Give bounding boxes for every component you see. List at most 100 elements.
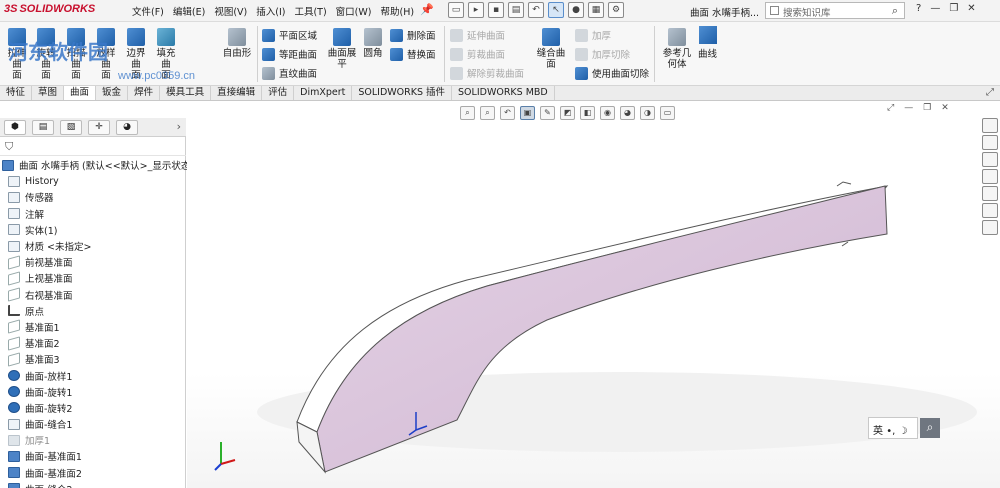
forum-icon[interactable] (982, 220, 998, 235)
pin-icon[interactable]: 📌 (420, 3, 434, 16)
tree-item[interactable]: 基准面2 (0, 335, 186, 351)
tab-weldments[interactable]: 焊件 (128, 86, 161, 100)
panel-more-icon[interactable]: › (177, 120, 181, 133)
feature-manager-tab-icon[interactable]: ⬢ (4, 120, 26, 135)
freeform-button[interactable]: 自由形 (220, 28, 254, 59)
tree-item[interactable]: 前视基准面 (0, 254, 186, 270)
tree-item[interactable]: 曲面-基准面1 (0, 448, 186, 464)
menu-tools[interactable]: 工具(T) (294, 4, 326, 18)
filter-funnel-icon[interactable]: ⛉ (5, 140, 13, 154)
tree-item[interactable]: 基准面1 (0, 319, 186, 335)
extend-surface-button[interactable]: 延伸曲面 (450, 28, 505, 42)
expand-icon[interactable]: ⤢ (986, 87, 994, 98)
tab-features[interactable]: 特征 (0, 86, 33, 100)
replace-face-button[interactable]: 替换面 (390, 47, 436, 61)
tab-sheet-metal[interactable]: 钣金 (96, 86, 129, 100)
file-explorer-icon[interactable] (982, 152, 998, 167)
tree-item[interactable]: 基准面3 (0, 351, 186, 367)
tree-item[interactable]: 加厚1 (0, 432, 186, 448)
design-library-icon[interactable] (982, 135, 998, 150)
home-icon[interactable] (982, 118, 998, 133)
tab-mold-tools[interactable]: 模具工具 (160, 86, 212, 100)
annotation-icon (8, 208, 20, 220)
appearances-icon[interactable] (982, 186, 998, 201)
curves-button[interactable]: 曲线 (698, 26, 717, 60)
tab-direct-editing[interactable]: 直接编辑 (211, 86, 263, 100)
close-button[interactable]: ✕ (967, 3, 975, 14)
configuration-manager-tab-icon[interactable]: ▧ (60, 120, 82, 135)
search-box[interactable]: 搜索知识库 ⌕ (765, 2, 905, 19)
tab-mbd[interactable]: SOLIDWORKS MBD (452, 86, 555, 100)
boundary-surface-icon (127, 28, 145, 46)
tree-item-label: 曲面-放样1 (25, 371, 73, 383)
tab-sketch[interactable]: 草图 (32, 86, 65, 100)
fillet-button[interactable]: 圆角 (360, 28, 386, 59)
tree-item[interactable]: History (0, 173, 186, 189)
menu-help[interactable]: 帮助(H) (380, 4, 414, 18)
ruled-surface-button[interactable]: 直纹曲面 (262, 66, 317, 80)
help-button[interactable]: ? (916, 3, 921, 14)
tree-item[interactable]: 注解 (0, 206, 186, 222)
tree-item[interactable]: 原点 (0, 303, 186, 319)
select-cursor-icon[interactable]: ↖ (548, 2, 564, 18)
tree-item[interactable]: 材质 <未指定> (0, 238, 186, 254)
cut-with-surface-icon (575, 66, 588, 80)
display-manager-tab-icon[interactable]: ◕ (116, 120, 138, 135)
tab-surfaces[interactable]: 曲面 (64, 86, 97, 100)
tab-dimxpert[interactable]: DimXpert (294, 86, 353, 100)
options-gear-icon[interactable]: ⚙ (608, 2, 624, 18)
delete-face-button[interactable]: 删除面 (390, 28, 436, 42)
dimxpert-manager-tab-icon[interactable]: ✛ (88, 120, 110, 135)
thicken-cut-button[interactable]: 加厚切除 (575, 47, 630, 61)
tree-item[interactable]: 曲面-基准面2 (0, 465, 186, 481)
tree-item-label: 曲面-旋转1 (25, 387, 73, 399)
minimize-button[interactable]: — (930, 3, 940, 14)
search-icon[interactable]: ⌕ (892, 4, 898, 18)
tree-root-part[interactable]: 曲面 水嘴手柄 (默认<<默认>_显示状态 1>) (0, 157, 211, 173)
tree-filter[interactable]: ⛉ (0, 138, 186, 156)
restore-button[interactable]: ❐ (949, 3, 958, 14)
tree-item[interactable]: 实体(1) (0, 222, 186, 238)
untrim-surface-icon (450, 66, 463, 80)
print-icon[interactable]: ▤ (508, 2, 524, 18)
thicken-button[interactable]: 加厚 (575, 28, 611, 42)
menu-window[interactable]: 窗口(W) (336, 4, 372, 18)
menu-view[interactable]: 视图(V) (214, 4, 247, 18)
tree-item[interactable]: 上视基准面 (0, 270, 186, 286)
tree-item[interactable]: 传感器 (0, 189, 186, 205)
menu-edit[interactable]: 编辑(E) (173, 4, 205, 18)
menu-file[interactable]: 文件(F) (132, 4, 164, 18)
new-document-icon[interactable]: ▭ (448, 2, 464, 18)
tab-evaluate[interactable]: 评估 (262, 86, 295, 100)
cut-with-surface-button[interactable]: 使用曲面切除 (575, 66, 649, 80)
knit-surface-button[interactable]: 缝合曲 面 (534, 28, 568, 70)
untrim-surface-button[interactable]: 解除剪裁曲面 (450, 66, 524, 80)
surface-flatten-button[interactable]: 曲面展 平 (326, 28, 358, 70)
ime-indicator[interactable]: 英 •, ☽ (868, 417, 918, 439)
trim-surface-button[interactable]: 剪裁曲面 (450, 47, 505, 61)
planar-surface-button[interactable]: 平面区域 (262, 28, 317, 42)
ime-search-icon[interactable]: ⌕ (920, 418, 940, 438)
offset-surface-button[interactable]: 等距曲面 (262, 47, 317, 61)
custom-properties-icon[interactable] (982, 203, 998, 218)
thicken-icon (8, 434, 20, 446)
traffic-light-icon[interactable]: ● (568, 2, 584, 18)
tree-item[interactable]: 曲面-旋转1 (0, 384, 186, 400)
tree-item[interactable]: 曲面-旋转2 (0, 400, 186, 416)
tree-item[interactable]: 曲面-缝合2 (0, 481, 186, 488)
tab-addins[interactable]: SOLIDWORKS 插件 (352, 86, 453, 100)
view-palette-icon[interactable] (982, 169, 998, 184)
trim-surface-icon (450, 47, 463, 61)
tree-item[interactable]: 右视基准面 (0, 287, 186, 303)
property-manager-tab-icon[interactable]: ▤ (32, 120, 54, 135)
open-folder-icon[interactable]: ▸ (468, 2, 484, 18)
save-icon[interactable]: ▪ (488, 2, 504, 18)
tree-item[interactable]: 曲面-缝合1 (0, 416, 186, 432)
tree-item-label: 基准面3 (25, 355, 60, 367)
undo-icon[interactable]: ↶ (528, 2, 544, 18)
solidworks-logo[interactable]: 3S SOLIDWORKS (4, 3, 95, 15)
file-properties-icon[interactable]: ▦ (588, 2, 604, 18)
menu-insert[interactable]: 插入(I) (256, 4, 285, 18)
reference-geometry-button[interactable]: 参考几 何体 (660, 28, 694, 70)
tree-item[interactable]: 曲面-放样1 (0, 367, 186, 383)
